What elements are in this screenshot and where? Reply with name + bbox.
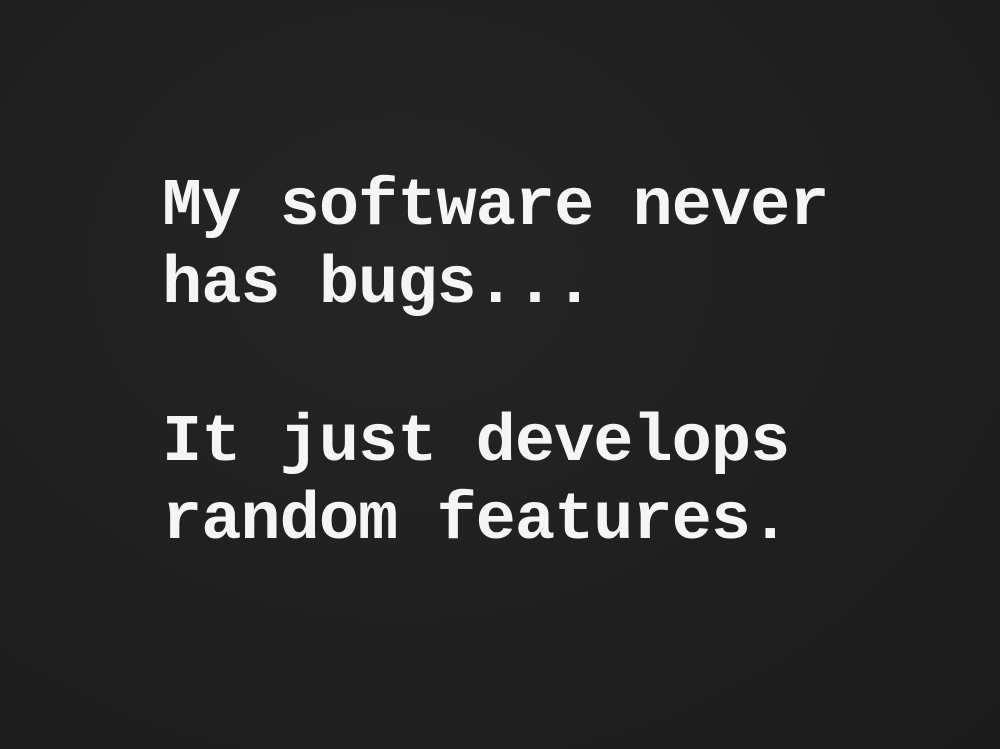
quote-text: My software never has bugs... It just de…: [162, 168, 942, 560]
quote-line-4: random features.: [162, 483, 790, 559]
quote-line-1: My software never: [162, 169, 830, 245]
quote-line-2: has bugs...: [162, 247, 594, 323]
quote-line-3: It just develops: [162, 405, 790, 481]
